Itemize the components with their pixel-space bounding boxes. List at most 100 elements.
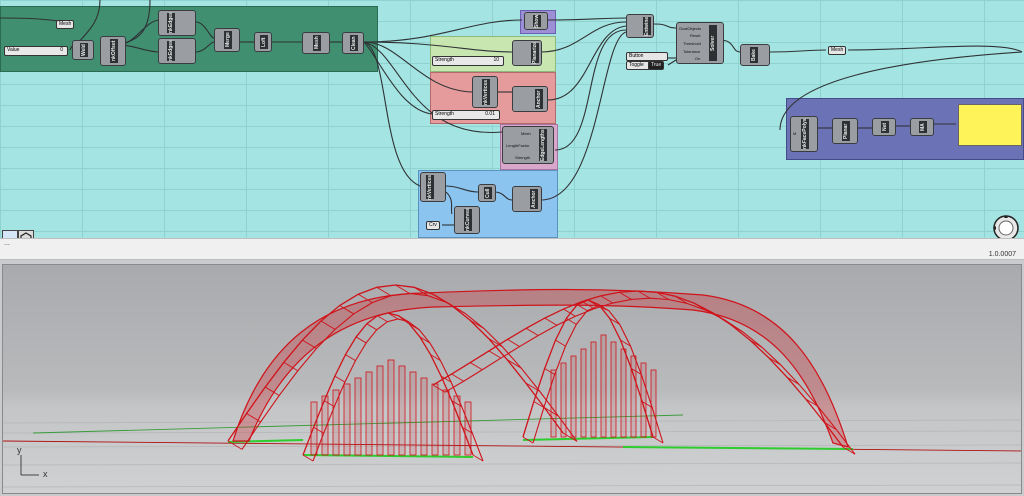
fin — [453, 395, 461, 456]
nkvertices2-component[interactable]: nkVertices — [420, 172, 446, 202]
planarize-component[interactable]: Planarize — [512, 40, 542, 66]
fin — [310, 401, 318, 456]
nkoffset-component[interactable]: nkOffset — [100, 36, 126, 66]
arch-right-rib — [544, 317, 558, 326]
ground-grid — [3, 419, 1021, 488]
mesh-param[interactable]: Mesh — [56, 20, 75, 29]
port-tolerance: Tolerance — [683, 49, 701, 54]
port-goalobjects: GoalObjects — [679, 26, 702, 31]
slider-label: Strength — [435, 57, 454, 63]
slider-value: 10 — [493, 57, 499, 63]
nkvertices-label: nkVertices — [482, 79, 490, 105]
edgelengths-label: EdgeLengths — [539, 129, 547, 161]
fin — [321, 395, 329, 456]
arch-right-rib — [730, 324, 744, 333]
mesh-component[interactable]: Mesh — [302, 32, 330, 54]
arch-front-rib — [334, 375, 346, 383]
fin — [464, 401, 472, 456]
weld-component[interactable]: Weld — [72, 40, 94, 60]
net-label: Net — [881, 121, 889, 133]
clean-label: Clean — [350, 35, 358, 51]
fin — [376, 365, 384, 456]
arch-right-rib — [507, 338, 520, 347]
value-slider[interactable]: Value 0 — [4, 46, 68, 56]
anchor-component-2[interactable]: Anchor — [512, 186, 542, 212]
fin — [560, 362, 567, 438]
rhino-viewport[interactable]: x y — [2, 264, 1022, 494]
port-mesh: Mesh — [521, 131, 531, 136]
anchor-label-1: Anchor — [535, 89, 543, 109]
solver-component[interactable]: GoalObjects Reset Threshold Tolerance On… — [676, 22, 724, 64]
pavilion-mesh — [227, 284, 856, 462]
entwine-component[interactable]: Entwine — [626, 14, 654, 38]
merge-component[interactable]: Merge — [214, 28, 240, 52]
strength-slider-2[interactable]: Strength 0.01 — [432, 110, 500, 120]
arch-front-rib — [377, 315, 388, 323]
loft-component[interactable]: Loft — [254, 32, 272, 52]
nkfacepolys-component[interactable]: M nkFacePolys — [790, 116, 818, 152]
yellow-panel[interactable] — [958, 104, 1022, 146]
canvas-shortcut-button[interactable] — [2, 230, 18, 238]
arch-inner-rib — [555, 339, 566, 347]
planar-label: Planar — [842, 121, 850, 141]
fin — [398, 365, 406, 456]
nkedges-bottom-label: nkEdges — [167, 40, 175, 62]
cull-component[interactable]: Cull — [478, 184, 496, 202]
arch-right-rib — [488, 350, 502, 359]
nkedges-bottom-component[interactable]: nkEdges — [158, 38, 196, 64]
show-component[interactable]: Show — [524, 12, 548, 30]
planarize-label: Planarize — [531, 42, 539, 64]
fin — [650, 369, 657, 438]
fin — [409, 371, 417, 456]
slider-value: 0.01 — [485, 111, 495, 117]
nkvertices2-label: nkVertices — [426, 174, 434, 200]
arch-front-rib — [366, 323, 377, 331]
toggle-value[interactable]: True — [648, 61, 665, 70]
axis-y-label: y — [17, 445, 22, 455]
fin — [550, 369, 557, 438]
anchor-component-1[interactable]: Anchor — [512, 86, 548, 112]
button-param[interactable]: Button — [626, 52, 668, 61]
arch-front-rib — [345, 354, 356, 361]
canvas-navigation-icon[interactable] — [992, 214, 1020, 238]
crv-param[interactable]: Crv — [426, 221, 440, 230]
mesh-label: Mesh — [313, 35, 321, 51]
bake-label: Bake — [750, 47, 758, 63]
nkedges-top-component[interactable]: nkEdges — [158, 10, 196, 36]
fin — [630, 355, 637, 438]
strength-slider-1[interactable]: Strength 10 — [432, 56, 504, 66]
viewport-scene: x y — [3, 284, 1021, 488]
mesh-output-param[interactable]: Mesh — [828, 46, 847, 55]
edgelengths-component[interactable]: Mesh LengthFactor Strength EdgeLengths — [502, 126, 554, 164]
ma-component[interactable]: MA — [910, 118, 934, 136]
fin — [387, 359, 395, 456]
fin — [590, 341, 597, 438]
bake-component[interactable]: Bake — [740, 44, 770, 66]
nkvertices-component[interactable]: nkVertices — [472, 76, 498, 108]
slider-value: 0 — [60, 47, 63, 53]
fin — [580, 348, 587, 438]
entwine-label: Entwine — [643, 16, 651, 36]
grasshopper-canvas[interactable]: Mesh Value 0 Weld nkOffset nkEdges nkEdg… — [0, 0, 1024, 238]
fin — [332, 389, 340, 456]
arch-inner-rib — [566, 317, 577, 325]
net-component[interactable]: Net — [872, 118, 896, 136]
arch-right-rib — [451, 373, 464, 382]
slider-label: Value — [7, 47, 20, 53]
nkoffset-label: nkOffset — [110, 39, 118, 63]
ma-label: MA — [919, 121, 927, 133]
fin — [442, 389, 450, 456]
solver-label: Solver — [709, 25, 717, 61]
arch-right-rib — [525, 327, 539, 336]
fin — [431, 383, 439, 456]
planar-component[interactable]: Planar — [832, 118, 858, 144]
port-lengthfactor: LengthFactor — [506, 143, 530, 148]
slider-label: Strength — [435, 111, 454, 117]
preview-icon[interactable] — [18, 230, 34, 238]
arch-left-rib — [376, 286, 392, 297]
axis-x-label: x — [43, 469, 48, 479]
nkcurves-component[interactable]: nkCurves — [454, 206, 480, 234]
fin — [365, 371, 373, 456]
arch-right-rib — [470, 362, 483, 371]
clean-component[interactable]: Clean — [342, 32, 364, 54]
